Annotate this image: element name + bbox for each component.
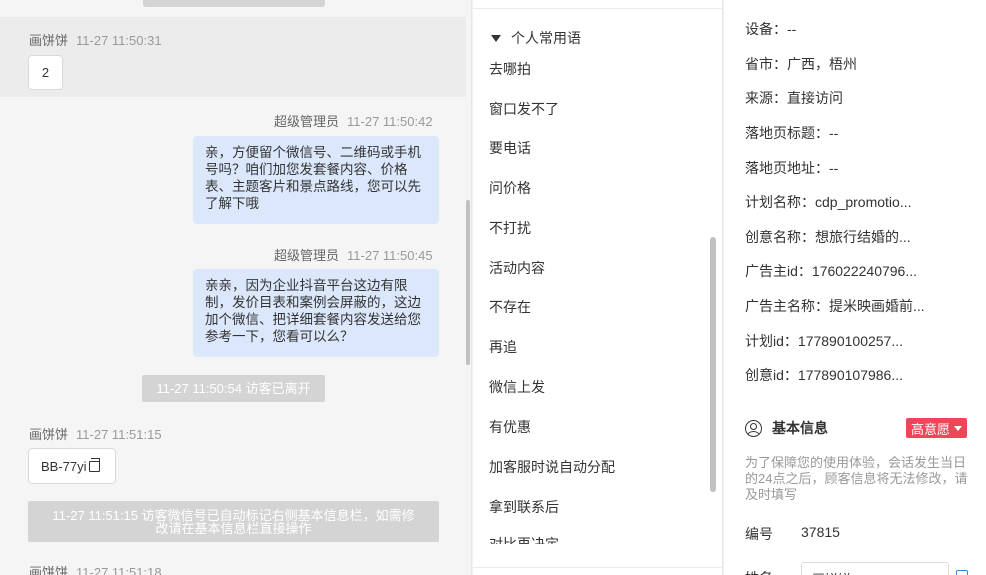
- info-row-landing-url: 落地页地址：--: [745, 158, 838, 178]
- bubble-text: BB-77yi: [41, 458, 87, 474]
- phrase-item[interactable]: 活动内容: [489, 258, 545, 278]
- info-value: 直接访问: [787, 90, 843, 106]
- info-value: 广西，梧州: [787, 56, 857, 72]
- info-row-source: 来源：直接访问: [745, 88, 843, 108]
- phrase-item[interactable]: 不存在: [489, 297, 531, 317]
- divider: [473, 567, 722, 568]
- system-message-line: 改请在基本信息栏直接操作: [155, 520, 312, 536]
- phrase-item[interactable]: 去哪拍: [489, 59, 531, 79]
- info-value: 176022240796...: [811, 263, 918, 279]
- phrase-item[interactable]: 窗口发不了: [489, 99, 559, 119]
- message-meta: 画饼饼 11-27 11:51:18: [29, 562, 162, 575]
- info-label: 广告主id：: [745, 263, 812, 279]
- info-value: --: [787, 21, 797, 37]
- message-time: 11-27 11:51:18: [76, 565, 162, 575]
- message-time: 11-27 11:50:42: [347, 114, 433, 129]
- chat-scrollbar[interactable]: [466, 200, 470, 365]
- info-label: 创意id：: [745, 367, 798, 383]
- intent-level-dropdown[interactable]: 高意愿: [906, 418, 968, 438]
- phrase-group-title: 个人常用语: [511, 30, 581, 46]
- visitor-message-highlight: [0, 17, 466, 97]
- phrase-item[interactable]: 不打扰: [489, 218, 531, 238]
- info-label: 计划名称：: [745, 194, 815, 210]
- message-time: 11-27 11:50:31: [76, 33, 162, 48]
- phrase-item[interactable]: 拿到联系后: [489, 497, 559, 517]
- id-value: 37815: [801, 524, 840, 540]
- visitor-bubble[interactable]: 2: [28, 55, 63, 90]
- system-message: 11-27 11:51:15 访客微信号已自动标记右侧基本信息栏，如需修 改请在…: [28, 501, 439, 542]
- info-row-landing-title: 落地页标题：--: [745, 123, 838, 143]
- sender-name: 超级管理员: [274, 248, 340, 263]
- info-row-plan-id: 计划id：177890100257...: [745, 331, 903, 351]
- basic-info-title: 基本信息: [772, 420, 828, 436]
- info-label: 计划id：: [745, 333, 798, 349]
- id-label: 编号: [745, 526, 773, 542]
- info-value: cdp_promotio...: [815, 194, 912, 210]
- info-value: --: [829, 125, 839, 141]
- name-field[interactable]: 画饼饼: [801, 562, 949, 575]
- sender-name: 超级管理员: [274, 114, 340, 129]
- info-value: 177890107986...: [797, 367, 904, 383]
- sender-name: 画饼饼: [29, 427, 69, 442]
- phrase-group-toggle[interactable]: 个人常用语: [491, 28, 581, 48]
- system-message: 11-27 11:50:54 访客已离开: [142, 375, 325, 402]
- phrase-item[interactable]: 加客服时说自动分配: [489, 457, 615, 477]
- phrase-item-label: 对比再决定: [489, 536, 559, 544]
- message-meta: 超级管理员 11-27 11:50:42: [274, 111, 433, 130]
- visitor-info-panel: 设备：-- 省市：广西，梧州 来源：直接访问 落地页标题：-- 落地页地址：--…: [724, 0, 986, 575]
- info-row-plan-name: 计划名称：cdp_promotio...: [745, 192, 912, 212]
- system-message-line: 11-27 11:51:15 访客微信号已自动标记右侧基本信息栏，如需修: [52, 507, 415, 523]
- agent-bubble[interactable]: 亲，方便留个微信号、二维码或手机号吗？咱们加您发套餐内容、价格表、主题客片和景点…: [193, 136, 439, 224]
- info-row-device: 设备：--: [745, 19, 796, 39]
- message-meta: 画饼饼 11-27 11:51:15: [29, 424, 162, 443]
- info-label: 落地页地址：: [745, 160, 829, 176]
- message-time: 11-27 11:51:15: [76, 427, 162, 442]
- sender-name: 画饼饼: [29, 565, 69, 575]
- agent-bubble[interactable]: 亲亲，因为企业抖音平台这边有限制，发价目表和案例会屏蔽的，这边加个微信、把详细套…: [193, 269, 439, 357]
- divider: [473, 8, 722, 9]
- edit-notice: 为了保障您的使用体验，会话发生当日的24点之后，顾客信息将无法修改，请及时填写: [745, 455, 968, 502]
- copy-icon[interactable]: [88, 457, 100, 472]
- name-label: 姓名: [745, 568, 773, 575]
- info-value: --: [829, 160, 839, 176]
- message-meta: 超级管理员 11-27 11:50:45: [274, 245, 433, 264]
- info-label: 设备：: [745, 21, 787, 37]
- app-root: 画饼饼 11-27 11:50:31 2 超级管理员 11-27 11:50:42 …: [0, 0, 986, 575]
- phrase-item[interactable]: 对比再决定: [489, 536, 559, 544]
- message-time: 11-27 11:50:45: [347, 248, 433, 263]
- chat-message-list[interactable]: 画饼饼 11-27 11:50:31 2 超级管理员 11-27 11:50:42 …: [0, 0, 466, 575]
- user-icon: [745, 419, 762, 437]
- phrase-item[interactable]: 要电话: [489, 138, 531, 158]
- chat-panel: 画饼饼 11-27 11:50:31 2 超级管理员 11-27 11:50:42 …: [0, 0, 472, 575]
- visitor-bubble[interactable]: BB-77yi: [28, 448, 116, 484]
- caret-down-icon: [954, 425, 963, 431]
- message-meta: 画饼饼 11-27 11:50:31: [29, 30, 162, 49]
- common-phrases-panel: 个人常用语 去哪拍 窗口发不了 要电话 问价格 不打扰 活动内容 不存在 再追 …: [473, 0, 723, 575]
- edit-icon[interactable]: [956, 570, 968, 575]
- info-label: 落地页标题：: [745, 125, 829, 141]
- info-label: 广告主名称：: [745, 298, 829, 314]
- phrase-item[interactable]: 问价格: [489, 178, 531, 198]
- caret-down-icon: [491, 34, 501, 42]
- info-value: 177890100257...: [797, 333, 904, 349]
- phrase-item[interactable]: 微信上发: [489, 377, 545, 397]
- info-value: 提米映画婚前...: [829, 298, 925, 314]
- sender-name: 画饼饼: [29, 33, 69, 48]
- phrase-item[interactable]: 有优惠: [489, 417, 531, 437]
- phrases-scrollbar[interactable]: [710, 237, 716, 492]
- info-row-advertiser-name: 广告主名称：提米映画婚前...: [745, 296, 925, 316]
- info-value: 想旅行结婚的...: [815, 229, 911, 245]
- intent-level-label: 高意愿: [911, 421, 951, 437]
- phrase-item[interactable]: 再追: [489, 337, 517, 357]
- info-label: 来源：: [745, 90, 787, 106]
- info-row-advertiser-id: 广告主id：176022240796...: [745, 261, 917, 281]
- info-label: 创意名称：: [745, 229, 815, 245]
- basic-info-heading: 基本信息: [745, 418, 828, 438]
- info-row-creative-name: 创意名称：想旅行结婚的...: [745, 227, 911, 247]
- info-label: 省市：: [745, 56, 787, 72]
- system-message-partial: [143, 0, 325, 7]
- info-row-region: 省市：广西，梧州: [745, 54, 857, 74]
- info-row-creative-id: 创意id：177890107986...: [745, 365, 903, 385]
